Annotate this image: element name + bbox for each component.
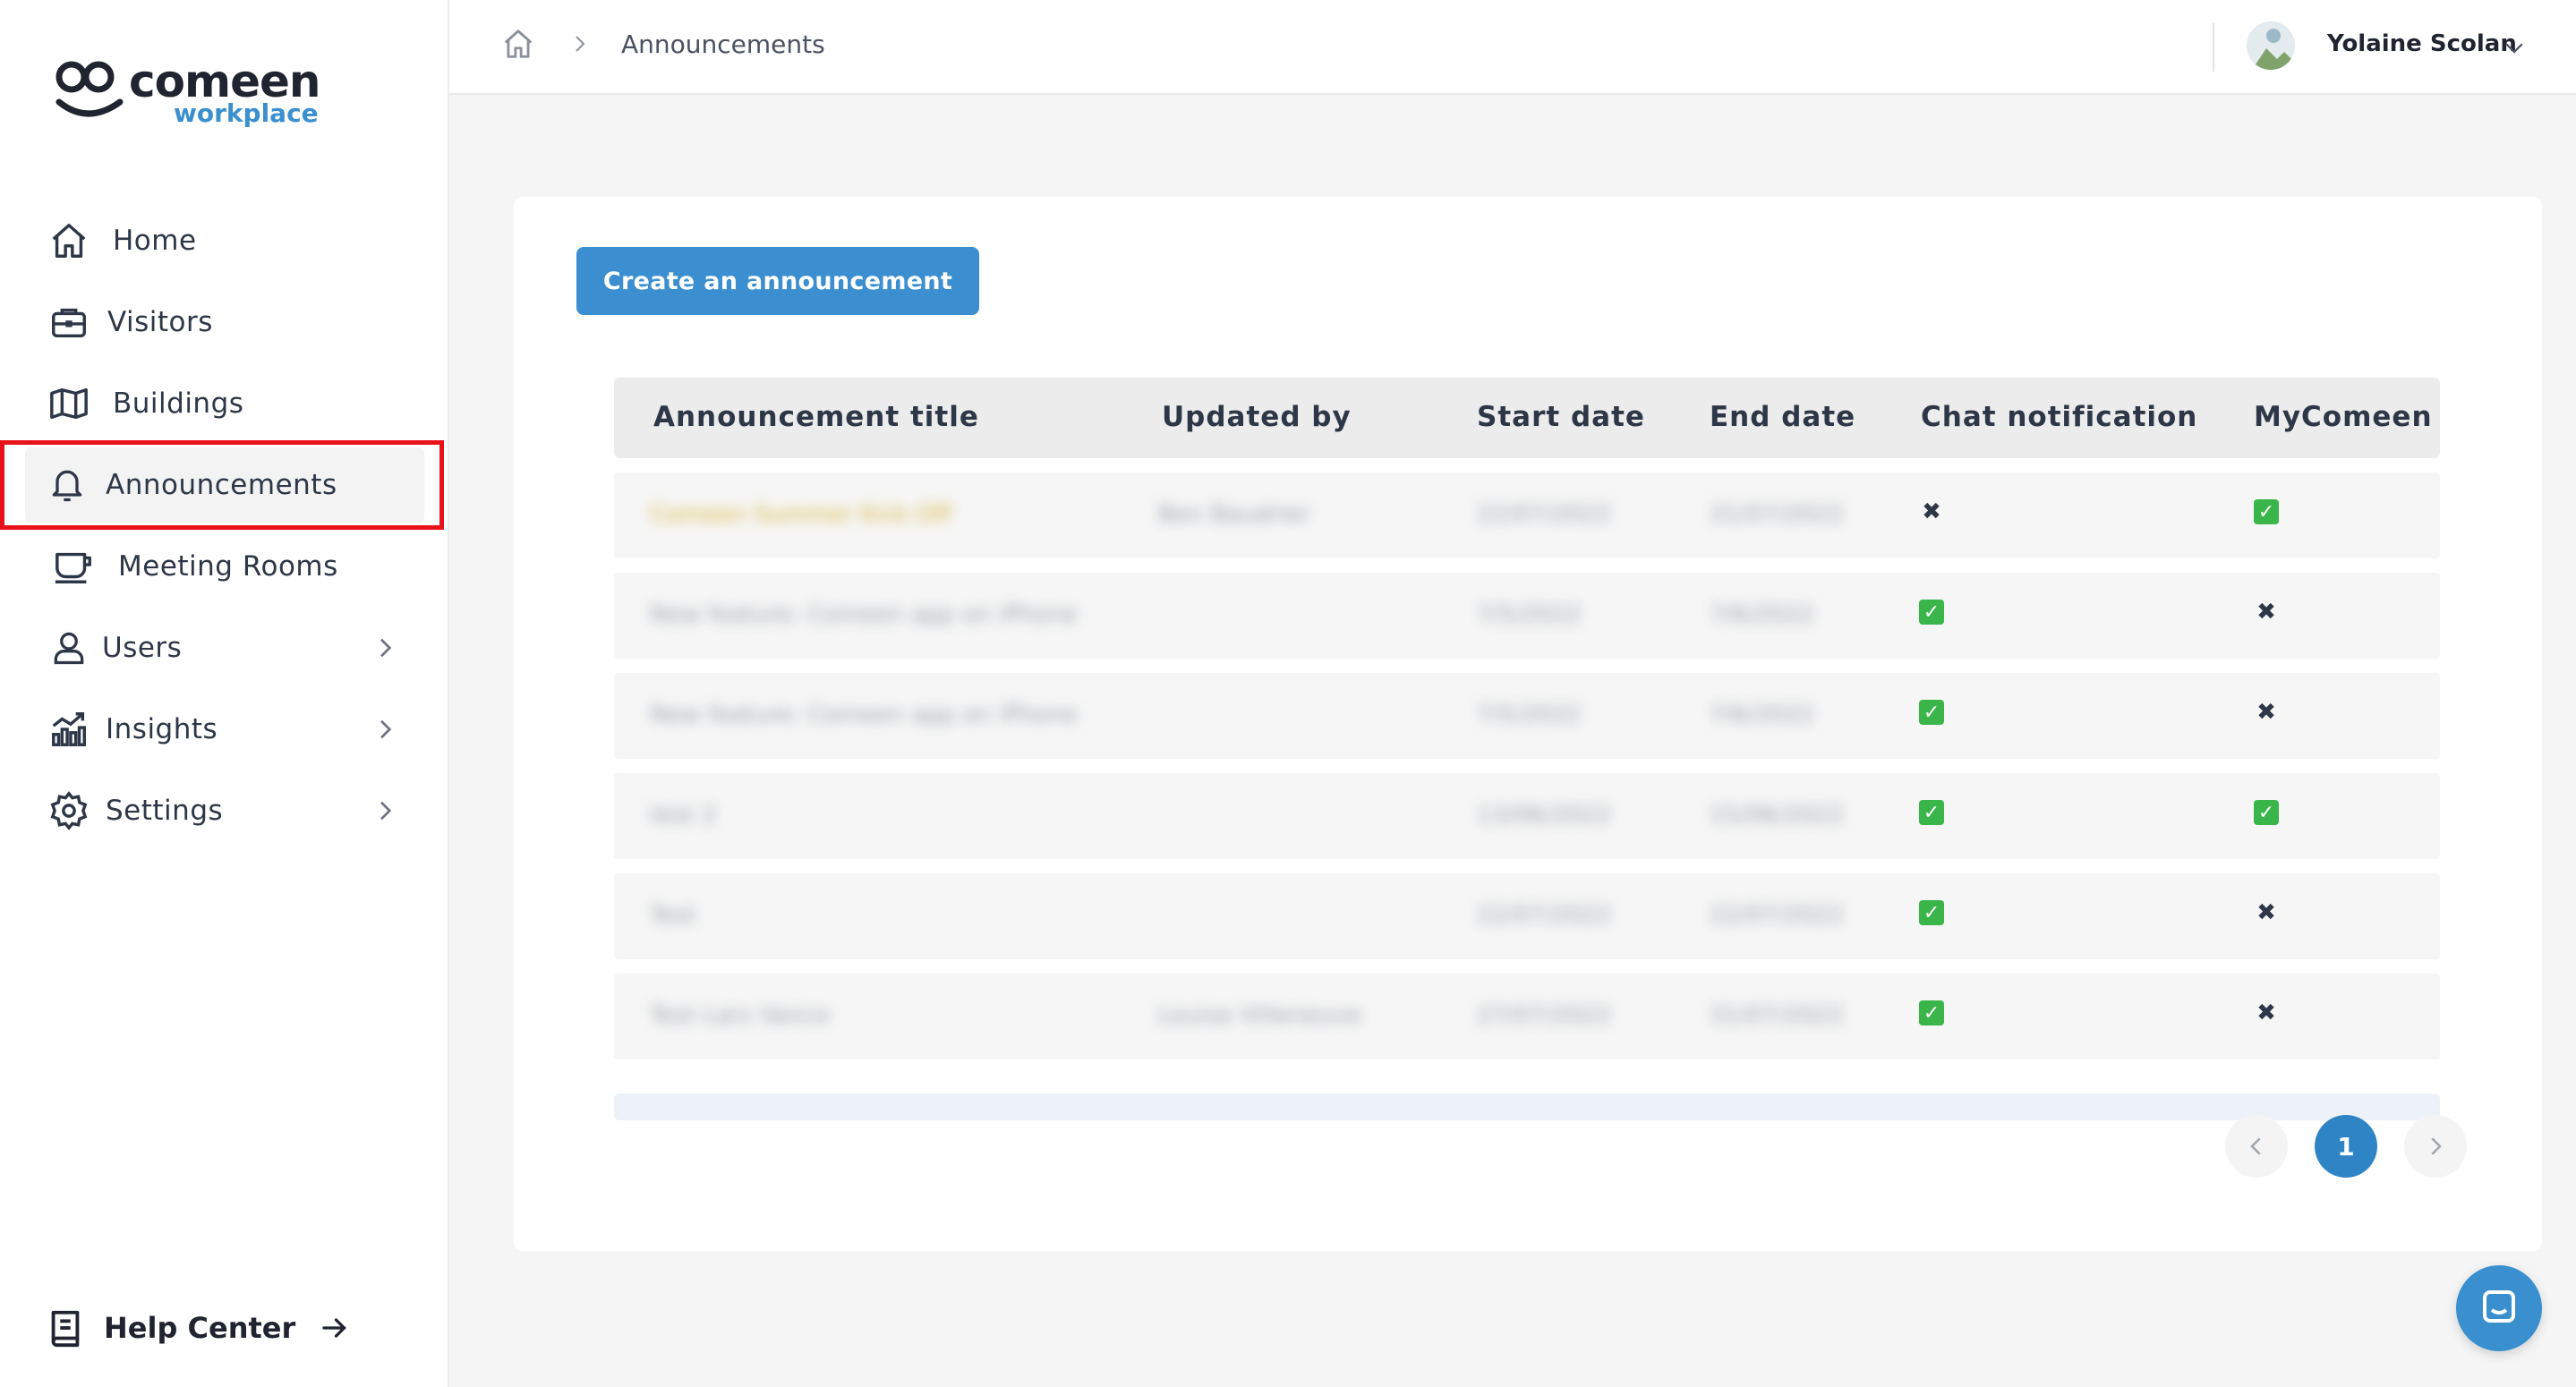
table-row[interactable]: test 2 13/06/2022 15/06/2022 ✓ ✓: [614, 773, 2440, 859]
cross-icon: ✖: [2256, 599, 2276, 625]
home-icon[interactable]: [501, 27, 535, 61]
sidebar-item-visitors[interactable]: Visitors: [25, 285, 424, 360]
horizontal-scrollbar[interactable]: [614, 1093, 2440, 1120]
chevron-right-icon: [2431, 1137, 2442, 1155]
help-center-link[interactable]: Help Center: [45, 1306, 351, 1349]
coffee-cup-icon: [52, 544, 97, 589]
breadcrumb: Announcements: [501, 27, 825, 61]
check-icon: ✓: [2254, 499, 2279, 524]
row-start-date: 7/5/2022: [1477, 601, 1582, 628]
row-end-date: 15/06/2022: [1710, 802, 1844, 829]
check-icon: ✓: [1919, 900, 1944, 925]
map-icon: [47, 381, 91, 426]
row-end-date: 7/6/2022: [1710, 601, 1814, 628]
sidebar-item-label: Buildings: [113, 387, 244, 420]
column-header[interactable]: Chat notification: [1921, 401, 2197, 433]
table-row[interactable]: Comeen Summer Kick-Off Ben Baudrier 22/0…: [614, 472, 2440, 558]
sidebar-item-settings[interactable]: Settings: [25, 773, 424, 848]
gear-icon: [47, 788, 91, 833]
row-updated-by: Ben Baudrier: [1158, 501, 1310, 528]
column-header[interactable]: End date: [1710, 401, 1855, 433]
header-divider: [2213, 23, 2214, 72]
user-name[interactable]: Yolaine Scolan: [2327, 30, 2517, 57]
announcements-card: Create an announcement Announcement titl…: [514, 197, 2542, 1251]
next-page-button[interactable]: [2404, 1115, 2467, 1178]
cross-icon: ✖: [2256, 899, 2276, 926]
chevron-left-icon: [2250, 1137, 2261, 1155]
sidebar-item-label: Visitors: [107, 306, 213, 338]
sidebar-item-label: Home: [113, 225, 197, 257]
row-title: New feature: Comeen app on iPhone: [650, 702, 1078, 728]
avatar[interactable]: [2247, 21, 2295, 70]
create-announcement-button[interactable]: Create an announcement: [576, 247, 979, 315]
row-end-date: 22/07/2022: [1710, 902, 1844, 929]
briefcase-icon: [47, 300, 91, 345]
row-title: New feature: Comeen app on iPhone: [650, 601, 1078, 628]
chevron-right-icon: [380, 719, 392, 739]
sidebar-item-label: Meeting Rooms: [118, 550, 338, 583]
row-start-date: 22/07/2022: [1477, 501, 1611, 528]
cross-icon: ✖: [2256, 699, 2276, 726]
table-row[interactable]: New feature: Comeen app on iPhone 7/5/20…: [614, 673, 2440, 759]
user-icon: [47, 625, 91, 670]
help-center-label: Help Center: [104, 1311, 296, 1345]
chat-icon: [2483, 1290, 2515, 1323]
logo-subtitle: workplace: [174, 98, 319, 128]
sidebar-item-label: Insights: [106, 713, 218, 745]
row-title: Test: [650, 902, 696, 929]
highlight-box: [0, 440, 444, 530]
chart-icon: [47, 707, 91, 752]
chat-support-button[interactable]: [2456, 1265, 2542, 1351]
check-icon: ✓: [1919, 800, 1944, 825]
check-icon: ✓: [1919, 600, 1944, 625]
row-start-date: 27/07/2022: [1477, 1002, 1611, 1029]
check-icon: ✓: [1919, 1000, 1944, 1025]
row-updated-by: Louise Villeneuve: [1158, 1002, 1361, 1029]
column-header[interactable]: Updated by: [1162, 401, 1352, 433]
comeen-logo[interactable]: comeen workplace: [54, 55, 321, 131]
table-row[interactable]: Test 22/07/2022 22/07/2022 ✓ ✖: [614, 873, 2440, 959]
announcements-table: Announcement title Updated by Start date…: [614, 378, 2440, 1120]
row-start-date: 22/07/2022: [1477, 902, 1611, 929]
sidebar-item-buildings[interactable]: Buildings: [25, 366, 424, 441]
chevron-right-icon: [380, 801, 392, 821]
breadcrumb-current: Announcements: [621, 29, 825, 59]
table-row[interactable]: Test Lars Vance Louise Villeneuve 27/07/…: [614, 974, 2440, 1059]
cross-icon: ✖: [2256, 1000, 2276, 1026]
check-icon: ✓: [1919, 700, 1944, 725]
chevron-right-icon: [380, 638, 392, 658]
arrow-right-icon: [322, 1318, 347, 1338]
current-page-button[interactable]: 1: [2315, 1115, 2377, 1178]
row-end-date: 31/07/2022: [1710, 501, 1844, 528]
sidebar-item-insights[interactable]: Insights: [25, 692, 424, 767]
sidebar-item-meeting-rooms[interactable]: Meeting Rooms: [25, 529, 424, 604]
top-header: Announcements Yolaine Scolan: [449, 0, 2576, 95]
row-title: Comeen Summer Kick-Off: [650, 501, 951, 528]
row-start-date: 13/06/2022: [1477, 802, 1611, 829]
table-header: Announcement title Updated by Start date…: [614, 378, 2440, 458]
column-header[interactable]: Announcement title: [653, 401, 979, 433]
row-start-date: 7/5/2022: [1477, 702, 1582, 728]
row-end-date: 31/07/2022: [1710, 1002, 1844, 1029]
comeen-logo-icon: [55, 61, 124, 117]
row-end-date: 7/6/2022: [1710, 702, 1814, 728]
row-title: test 2: [650, 802, 717, 829]
cross-icon: ✖: [1922, 498, 1941, 525]
table-row[interactable]: New feature: Comeen app on iPhone 7/5/20…: [614, 573, 2440, 659]
sidebar-item-label: Settings: [106, 795, 224, 827]
sidebar-item-home[interactable]: Home: [25, 203, 424, 278]
sidebar-item-label: Users: [102, 632, 183, 664]
sidebar-item-users[interactable]: Users: [25, 610, 424, 685]
check-icon: ✓: [2254, 800, 2279, 825]
previous-page-button[interactable]: [2225, 1115, 2288, 1178]
column-header[interactable]: Start date: [1477, 401, 1645, 433]
book-icon: [51, 1310, 80, 1348]
chevron-down-icon[interactable]: [2501, 34, 2528, 61]
column-header[interactable]: MyComeen b: [2254, 401, 2440, 433]
pagination: 1: [2225, 1115, 2467, 1178]
home-icon: [47, 218, 91, 263]
chevron-right-icon: [576, 36, 585, 52]
sidebar: comeen workplace Home Visitors Buildings: [0, 0, 449, 1387]
row-title: Test Lars Vance: [650, 1002, 830, 1029]
